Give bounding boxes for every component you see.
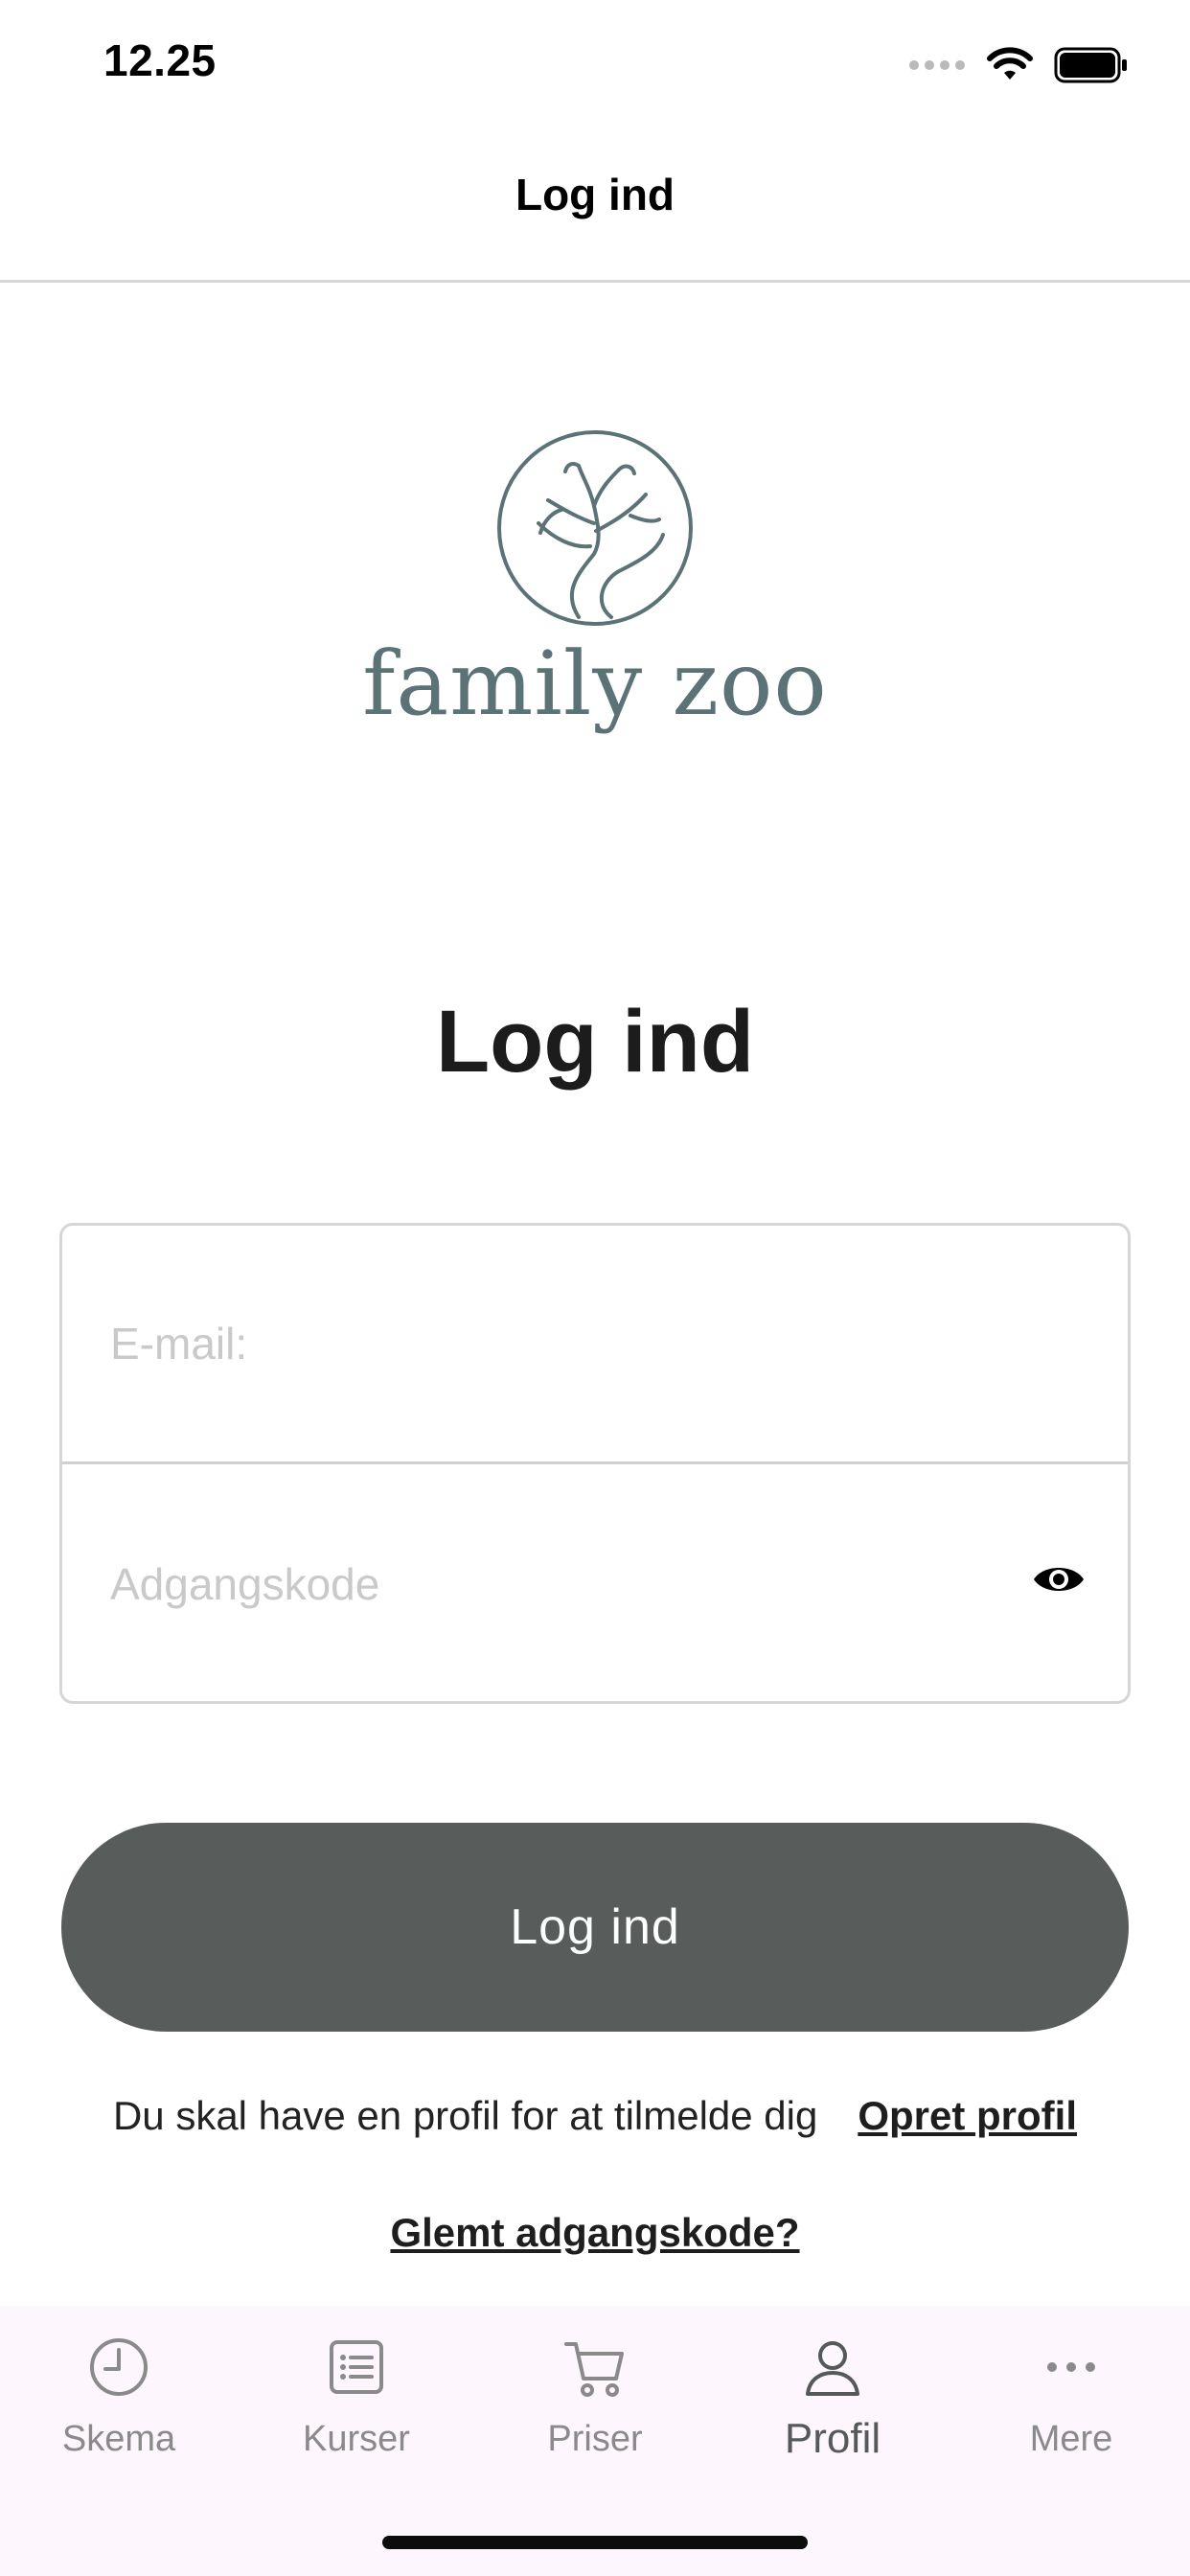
wifi-icon (987, 47, 1033, 80)
register-row: Du skal have en profil for at tilmelde d… (0, 2093, 1190, 2139)
status-time: 12.25 (103, 35, 217, 85)
tab-label: Profil (784, 2415, 881, 2462)
tab-profil[interactable]: Profil (714, 2333, 951, 2496)
tree-logo-icon (497, 430, 693, 626)
forgot-password-link[interactable]: Glemt adgangskode? (390, 2210, 799, 2255)
clock-icon (90, 2338, 148, 2396)
navigation-bar: Log ind (0, 129, 1190, 283)
signal-dots-icon (909, 60, 965, 70)
page-heading: Log ind (435, 993, 755, 1091)
nav-title: Log ind (515, 169, 675, 219)
create-profile-link[interactable]: Opret profil (858, 2093, 1077, 2139)
email-field[interactable] (62, 1226, 1128, 1464)
status-bar: 12.25 (0, 0, 1190, 129)
forgot-password-row: Glemt adgangskode? (0, 2210, 1190, 2256)
logo-text: family zoo (362, 632, 828, 735)
tab-mere[interactable]: Mere (952, 2333, 1190, 2496)
battery-icon (1054, 47, 1127, 83)
email-input[interactable] (110, 1226, 973, 1461)
cart-icon (564, 2342, 624, 2397)
tab-label: Kurser (303, 2419, 410, 2459)
eye-icon[interactable] (1032, 1560, 1086, 1598)
more-dots-icon (1047, 2362, 1095, 2372)
tab-skema[interactable]: Skema (0, 2333, 238, 2496)
tab-label: Priser (547, 2419, 643, 2459)
password-field[interactable] (62, 1464, 1128, 1701)
home-indicator (382, 2536, 808, 2549)
register-prompt: Du skal have en profil for at tilmelde d… (112, 2093, 818, 2138)
login-form (59, 1223, 1131, 1704)
tab-kurser[interactable]: Kurser (238, 2333, 475, 2496)
tab-label: Mere (1029, 2419, 1113, 2459)
login-button[interactable]: Log ind (61, 1823, 1129, 2032)
status-icons (908, 44, 1129, 86)
password-input[interactable] (110, 1464, 973, 1701)
list-icon (330, 2340, 383, 2394)
tab-label: Skema (61, 2419, 176, 2459)
person-icon (806, 2341, 859, 2396)
tab-priser[interactable]: Priser (476, 2333, 714, 2496)
